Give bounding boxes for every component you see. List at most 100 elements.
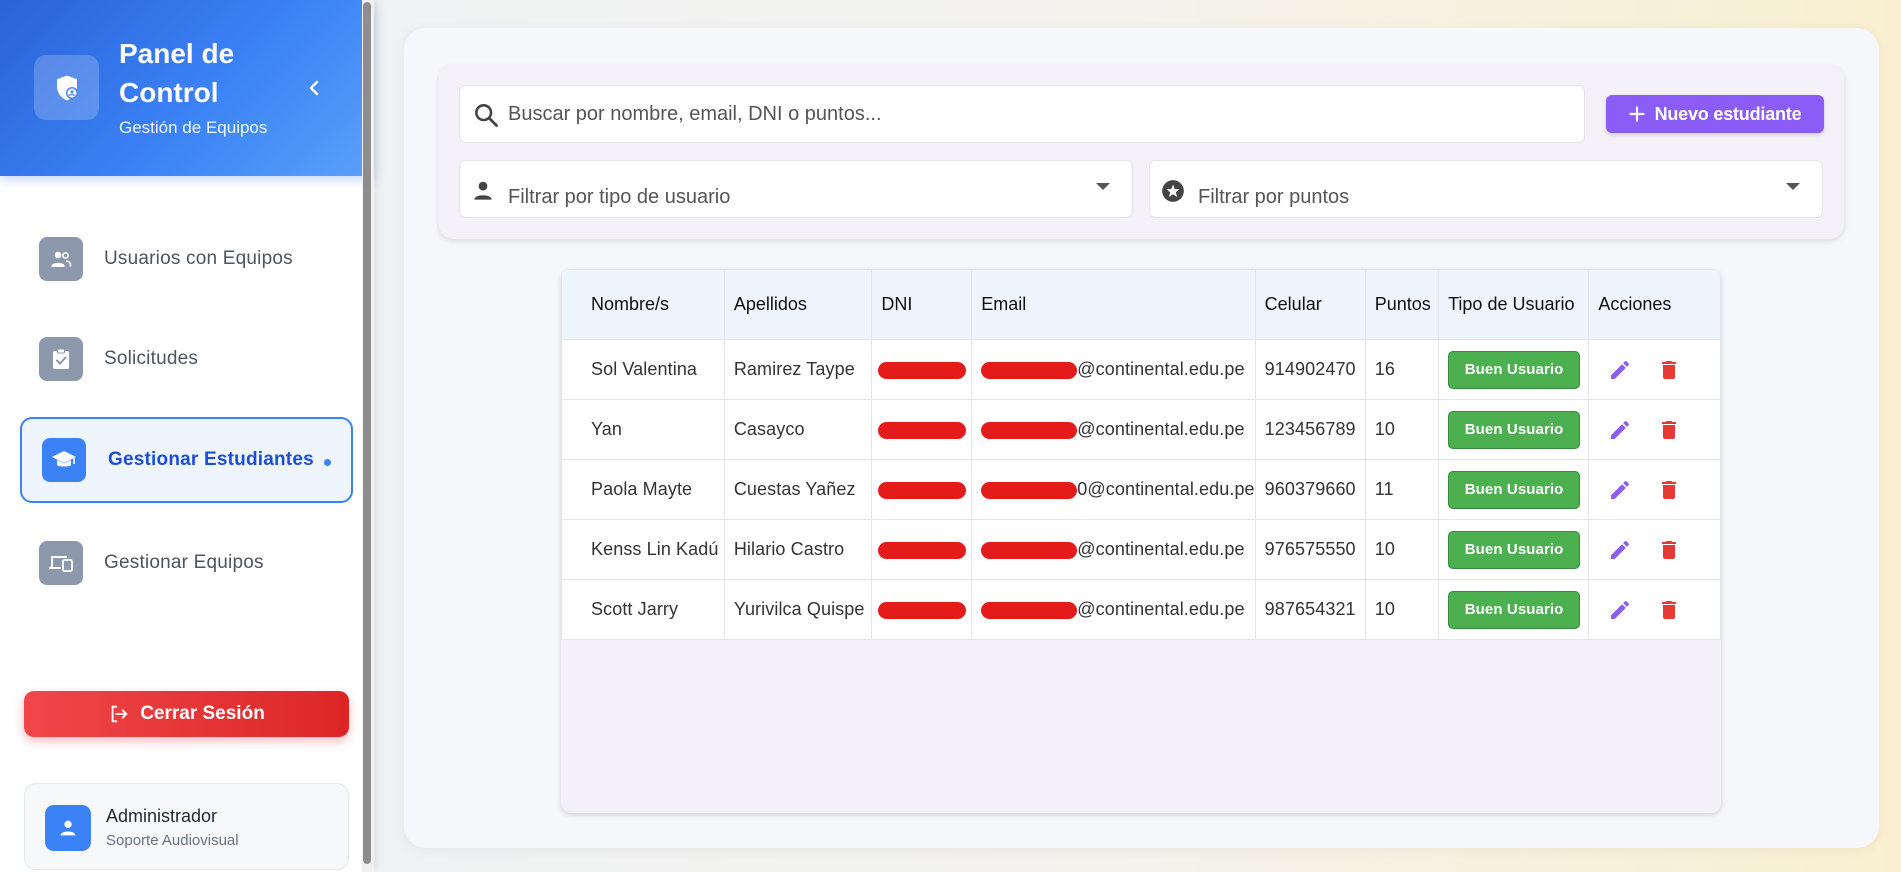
sidebar-item-label: Gestionar Estudiantes [108,449,314,470]
students-table-container: Nombre/s Apellidos DNI Email Celular Pun… [561,269,1721,813]
redaction-mark [981,601,1078,619]
status-badge: Buen Usuario [1448,470,1581,509]
cell-apellidos: Hilario Castro [723,519,873,580]
user-name: Administrador [106,806,218,826]
edit-button[interactable] [1608,538,1632,562]
graduation-cap-icon [42,438,86,482]
clipboard-check-icon [39,337,83,381]
column-header-tipo[interactable]: Tipo de Usuario [1438,269,1590,340]
email-domain: @continental.edu.pe [1077,599,1245,619]
cell-nombre: Yan [561,399,725,460]
sidebar-item-gestionar-equipos[interactable]: Gestionar Equipos [20,520,353,606]
logout-label: Cerrar Sesión [140,703,265,724]
trash-icon [1662,360,1677,379]
new-student-button[interactable]: Nuevo estudiante [1606,95,1824,133]
cell-tipo: Buen Usuario [1438,519,1590,580]
cell-tipo: Buen Usuario [1438,339,1590,400]
cell-celular: 987654321 [1254,579,1366,640]
delete-button[interactable] [1657,478,1681,502]
redaction-mark [981,421,1078,439]
column-header-acciones: Acciones [1588,269,1721,340]
column-header-celular[interactable]: Celular [1254,269,1366,340]
column-header-apellidos[interactable]: Apellidos [723,269,873,340]
column-header-dni[interactable]: DNI [871,269,973,340]
cell-puntos: 10 [1364,399,1440,460]
pencil-icon [1611,360,1630,379]
collapse-sidebar-button[interactable] [300,74,328,102]
cell-dni [871,399,973,460]
cell-email: @continental.edu.pe [971,399,1256,460]
cell-acciones [1588,579,1721,640]
logout-icon [111,705,128,723]
redaction-mark [878,361,967,379]
points-filter[interactable]: Filtrar por puntos [1149,160,1823,218]
pencil-icon [1611,540,1630,559]
user-icon [60,820,76,836]
column-header-puntos[interactable]: Puntos [1364,269,1440,340]
sidebar-item-label: Usuarios con Equipos [104,248,293,269]
cell-email: 0@continental.edu.pe [971,459,1256,520]
delete-button[interactable] [1657,418,1681,442]
search-field[interactable] [459,85,1585,143]
edit-button[interactable] [1608,598,1632,622]
cell-celular: 123456789 [1254,399,1366,460]
edit-button[interactable] [1608,358,1632,382]
cell-nombre: Kenss Lin Kadú [561,519,725,580]
sidebar-item-solicitudes[interactable]: Solicitudes [20,316,353,402]
delete-button[interactable] [1657,538,1681,562]
table-header-row: Nombre/s Apellidos DNI Email Celular Pun… [561,269,1721,340]
logout-button[interactable]: Cerrar Sesión [24,691,349,737]
cell-nombre: Paola Mayte [561,459,725,520]
chevron-left-icon [309,80,319,96]
user-card: Administrador Soporte Audiovisual [24,783,349,870]
status-badge: Buen Usuario [1448,410,1581,449]
edit-button[interactable] [1608,418,1632,442]
brand-subtitle: Gestión de Equipos [119,118,268,137]
pencil-icon [1611,600,1630,619]
status-badge: Buen Usuario [1448,530,1581,569]
plus-icon [1628,106,1645,122]
sidebar-header: Panel de Control Gestión de Equipos [0,0,374,176]
redaction-mark [878,541,967,559]
user-type-filter[interactable]: Filtrar por tipo de usuario [459,160,1133,218]
table-row: Yan Casayco @continental.edu.pe 12345678… [561,399,1721,460]
edit-button[interactable] [1608,478,1632,502]
star-circle-icon [1162,180,1184,202]
active-indicator [324,459,331,466]
search-icon [475,104,498,127]
email-domain: @continental.edu.pe [1077,419,1245,439]
devices-icon [39,541,83,585]
status-badge: Buen Usuario [1448,590,1581,629]
cell-acciones [1588,399,1721,460]
delete-button[interactable] [1657,358,1681,382]
cell-tipo: Buen Usuario [1438,579,1590,640]
cell-acciones [1588,519,1721,580]
column-header-email[interactable]: Email [971,269,1256,340]
email-domain: 0@continental.edu.pe [1077,479,1255,499]
cell-puntos: 10 [1364,519,1440,580]
sidebar-item-gestionar-estudiantes[interactable]: Gestionar Estudiantes [20,417,353,503]
new-student-label: Nuevo estudiante [1654,103,1802,124]
table-row: Kenss Lin Kadú Hilario Castro @continent… [561,519,1721,580]
cell-acciones [1588,459,1721,520]
user-type-filter-placeholder: Filtrar por tipo de usuario [508,186,731,208]
sidebar: Panel de Control Gestión de Equipos Usua… [0,0,374,872]
column-header-nombre[interactable]: Nombre/s [561,269,725,340]
email-domain: @continental.edu.pe [1077,359,1245,379]
delete-button[interactable] [1657,598,1681,622]
cell-dni [871,459,973,520]
person-icon [474,181,492,200]
avatar [45,805,91,851]
cell-celular: 960379660 [1254,459,1366,520]
redaction-mark [878,601,967,619]
search-input[interactable] [508,86,1568,142]
trash-icon [1662,420,1677,439]
sidebar-scrollbar[interactable] [363,2,371,864]
sidebar-item-label: Solicitudes [104,348,199,369]
cell-celular: 914902470 [1254,339,1366,400]
cell-email: @continental.edu.pe [971,579,1256,640]
cell-puntos: 11 [1364,459,1440,520]
cell-tipo: Buen Usuario [1438,399,1590,460]
pencil-icon [1611,480,1630,499]
sidebar-item-usuarios-con-equipos[interactable]: Usuarios con Equipos [20,216,353,302]
